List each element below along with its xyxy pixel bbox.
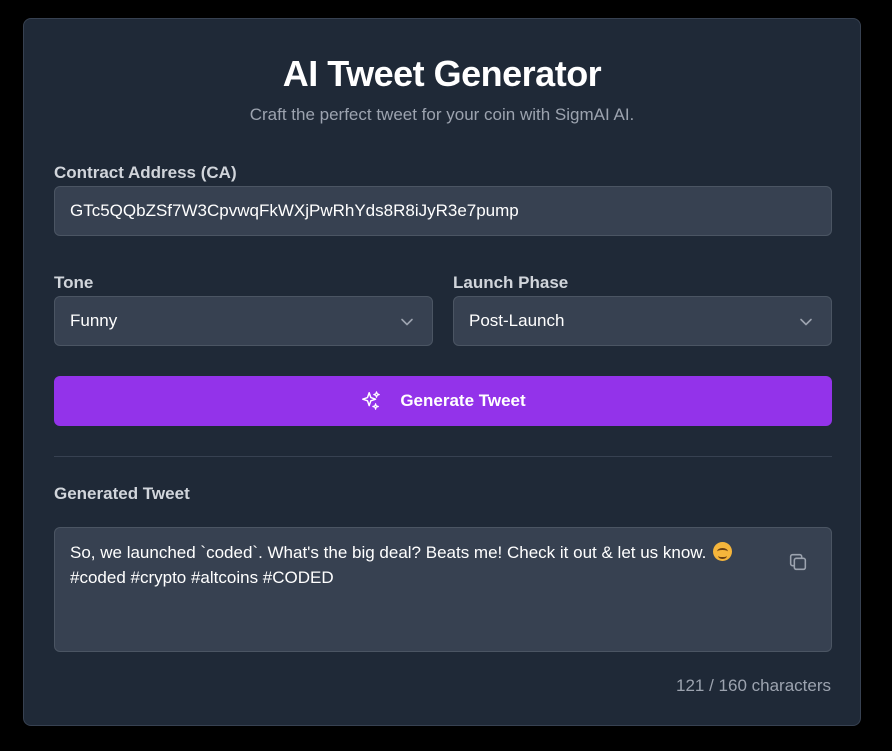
generate-tweet-button[interactable]: Generate Tweet — [54, 376, 832, 426]
launch-phase-select[interactable]: Post-Launch — [453, 296, 832, 346]
generated-tweet-label: Generated Tweet — [54, 484, 190, 503]
contract-address-input[interactable]: GTc5QQbZSf7W3CpvwqFkWXjPwRhYds8R8iJyR3e7… — [54, 186, 832, 236]
tone-label: Tone — [54, 273, 94, 292]
chevron-down-icon — [800, 318, 812, 326]
tweet-generator-card: AI Tweet Generator Craft the perfect twe… — [23, 18, 861, 726]
chevron-down-icon — [401, 318, 413, 326]
sparkles-icon — [362, 391, 381, 410]
page-title: AI Tweet Generator — [282, 53, 602, 94]
smirking-face-icon — [713, 542, 733, 561]
section-divider — [54, 456, 832, 457]
tone-select[interactable]: Funny — [54, 296, 433, 346]
tone-selected-value: Funny — [70, 311, 118, 330]
copy-icon[interactable] — [787, 551, 809, 573]
launch-phase-label: Launch Phase — [453, 273, 569, 292]
contract-address-value: GTc5QQbZSf7W3CpvwqFkWXjPwRhYds8R8iJyR3e7… — [70, 201, 519, 220]
launch-phase-selected-value: Post-Launch — [469, 311, 565, 330]
contract-address-label: Contract Address (CA) — [54, 163, 237, 182]
generate-tweet-label: Generate Tweet — [400, 391, 526, 410]
generated-tweet-line1: So, we launched `coded`. What's the big … — [70, 543, 707, 562]
page-subtitle: Craft the perfect tweet for your coin wi… — [249, 105, 635, 124]
character-counter: 121 / 160 characters — [676, 676, 831, 695]
generated-tweet-textarea[interactable]: So, we launched `coded`. What's the big … — [54, 527, 832, 652]
generated-tweet-line2: #coded #crypto #altcoins #CODED — [70, 568, 334, 587]
